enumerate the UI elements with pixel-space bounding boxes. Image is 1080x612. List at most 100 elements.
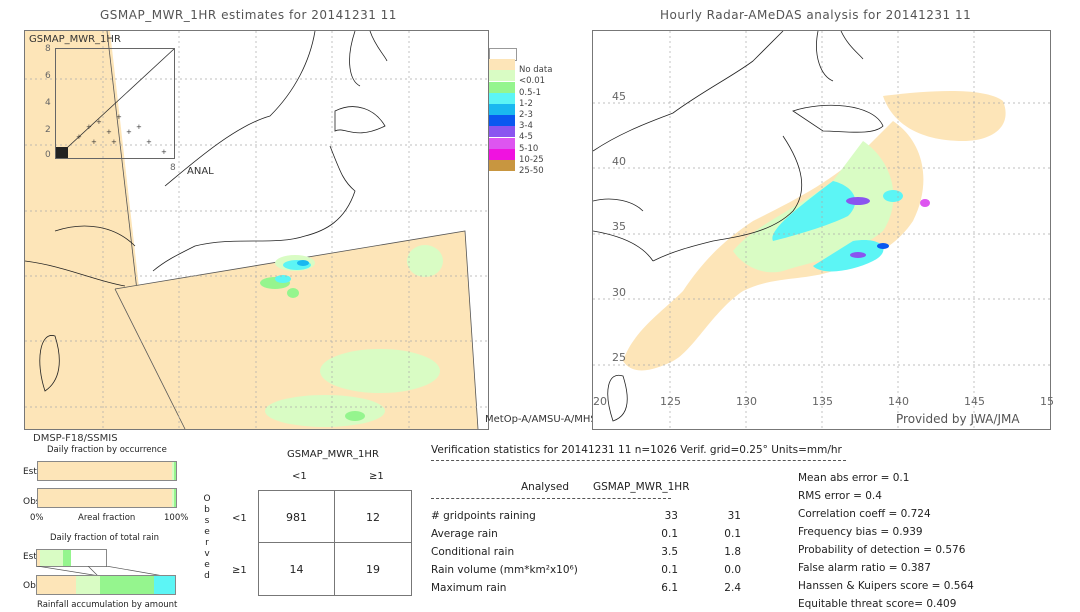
svg-text:+: + bbox=[86, 123, 92, 131]
contingency-row-header: Observed bbox=[203, 494, 211, 581]
svg-text:+: + bbox=[161, 148, 167, 156]
score-item: Probability of detection = 0.576 bbox=[798, 544, 966, 556]
score-item: Hanssen & Kuipers score = 0.564 bbox=[798, 580, 974, 592]
stats-label: Average rain bbox=[431, 528, 498, 540]
stats-label: Conditional rain bbox=[431, 546, 515, 558]
legend-swatch bbox=[489, 115, 515, 127]
lon-tick: 15 bbox=[1040, 395, 1054, 408]
rain-patch bbox=[320, 349, 440, 393]
bar-segment bbox=[75, 576, 101, 594]
stats-est: 1.8 bbox=[724, 546, 741, 558]
contingency-col-label: <1 bbox=[292, 471, 307, 482]
legend-label: 0.5-1 bbox=[519, 87, 541, 98]
rain-obs-bar bbox=[36, 575, 176, 595]
contingency-table: 981 12 14 19 bbox=[258, 490, 412, 596]
lat-tick: 20 bbox=[593, 395, 607, 408]
left-map: GSMAP_MWR_1HR + + + + + + + + + + + 8 6 4 2 0 8… bbox=[24, 30, 489, 430]
legend-label: 2-3 bbox=[519, 110, 533, 120]
legend-swatch bbox=[489, 137, 515, 149]
occurrence-est-label: Est bbox=[23, 467, 37, 477]
lat-tick: 45 bbox=[612, 90, 626, 103]
satellite-label-right: MetOp-A/AMSU-A/MHS bbox=[485, 414, 597, 425]
stats-analysed: 0.1 bbox=[661, 528, 678, 540]
rain-patch bbox=[265, 395, 385, 427]
svg-text:+: + bbox=[126, 128, 132, 136]
rain-patch bbox=[297, 260, 309, 266]
contingency-row-label: <1 bbox=[232, 513, 247, 524]
legend-label: <0.01 bbox=[519, 76, 546, 87]
stats-analysed: 3.5 bbox=[661, 546, 678, 558]
occurrence-obs-bar bbox=[37, 488, 177, 508]
contingency-cell: 12 bbox=[366, 510, 380, 524]
verification-header: Verification statistics for 20141231 11 … bbox=[431, 444, 842, 456]
score-item: Correlation coeff = 0.724 bbox=[798, 508, 931, 520]
bar-segment bbox=[38, 489, 172, 507]
rain-patch bbox=[345, 411, 365, 421]
legend-label: No data bbox=[519, 65, 553, 76]
inset-y-tick: 2 bbox=[45, 125, 51, 135]
contingency-cell: 981 bbox=[286, 510, 307, 524]
stats-analysed: 6.1 bbox=[661, 582, 678, 594]
bar-segment bbox=[40, 550, 63, 566]
svg-text:+: + bbox=[111, 138, 117, 146]
stats-analysed: 33 bbox=[664, 510, 678, 522]
legend-swatch bbox=[489, 126, 515, 138]
rain-patch bbox=[287, 288, 299, 298]
inset-x-tick: 8 bbox=[170, 163, 176, 173]
legend-swatch bbox=[489, 148, 515, 160]
inset-y-tick: 6 bbox=[45, 71, 51, 81]
stats-label: Rain volume (mm*km²x10⁶) bbox=[431, 564, 578, 576]
col-analysed: Analysed bbox=[521, 481, 569, 493]
legend-swatch bbox=[489, 160, 515, 171]
rain-chart-title: Daily fraction of total rain bbox=[50, 533, 160, 543]
color-legend: No data <0.01 0.5-1 1-2 2-3 3-4 4-5 5-10 10-25 25… bbox=[489, 48, 569, 198]
data-credit: Provided by JWA/JMA bbox=[896, 412, 1020, 426]
legend-swatch bbox=[489, 92, 515, 104]
inset-y-tick: 0 bbox=[45, 150, 51, 160]
bar-segment bbox=[37, 576, 76, 594]
score-item: Equitable threat score= 0.409 bbox=[798, 598, 957, 610]
legend-label: 1-2 bbox=[519, 98, 533, 109]
col-est: GSMAP_MWR_1HR bbox=[593, 481, 690, 493]
stats-analysed: 0.1 bbox=[661, 564, 678, 576]
legend-swatch bbox=[489, 104, 515, 115]
occurrence-x-label: Areal fraction bbox=[78, 513, 136, 523]
score-item: Frequency bias = 0.939 bbox=[798, 526, 923, 538]
right-map bbox=[592, 30, 1051, 430]
stats-est: 0.0 bbox=[724, 564, 741, 576]
stats-label: # gridpoints raining bbox=[431, 510, 536, 522]
occurrence-est-bar bbox=[37, 461, 177, 481]
score-item: Mean abs error = 0.1 bbox=[798, 472, 910, 484]
bar-segment bbox=[173, 462, 176, 480]
svg-text:+: + bbox=[76, 133, 82, 141]
lat-tick: 40 bbox=[612, 155, 626, 168]
legend-label: 10-25 bbox=[519, 154, 544, 165]
svg-text:+: + bbox=[96, 118, 102, 126]
lon-tick: 135 bbox=[812, 395, 833, 408]
legend-swatch bbox=[489, 81, 515, 93]
contingency-column-header: GSMAP_MWR_1HR bbox=[287, 449, 379, 460]
lon-tick: 140 bbox=[888, 395, 909, 408]
legend-label: 4-5 bbox=[519, 132, 533, 143]
divider bbox=[431, 498, 671, 499]
legend-swatch bbox=[489, 70, 515, 82]
right-map-title: Hourly Radar-AMeDAS analysis for 2014123… bbox=[660, 8, 972, 22]
bar-segment bbox=[38, 462, 172, 480]
bar-segment bbox=[62, 550, 72, 566]
score-item: RMS error = 0.4 bbox=[798, 490, 882, 502]
rain-patch bbox=[275, 275, 291, 283]
lat-tick: 30 bbox=[612, 286, 626, 299]
occurrence-x-right: 100% bbox=[164, 513, 189, 523]
contingency-cell: 19 bbox=[366, 562, 380, 576]
svg-text:+: + bbox=[106, 128, 112, 136]
inset-label: GSMAP_MWR_1HR bbox=[29, 34, 121, 45]
stats-est: 31 bbox=[727, 510, 741, 522]
occurrence-x-left: 0% bbox=[30, 513, 44, 523]
rain-patch bbox=[407, 245, 443, 277]
legend-label: 5-10 bbox=[519, 143, 539, 154]
rain-est-bar bbox=[36, 549, 107, 567]
lon-tick: 125 bbox=[660, 395, 681, 408]
svg-text:+: + bbox=[146, 138, 152, 146]
stats-est: 2.4 bbox=[724, 582, 741, 594]
satellite-label-left: DMSP-F18/SSMIS bbox=[33, 433, 118, 444]
